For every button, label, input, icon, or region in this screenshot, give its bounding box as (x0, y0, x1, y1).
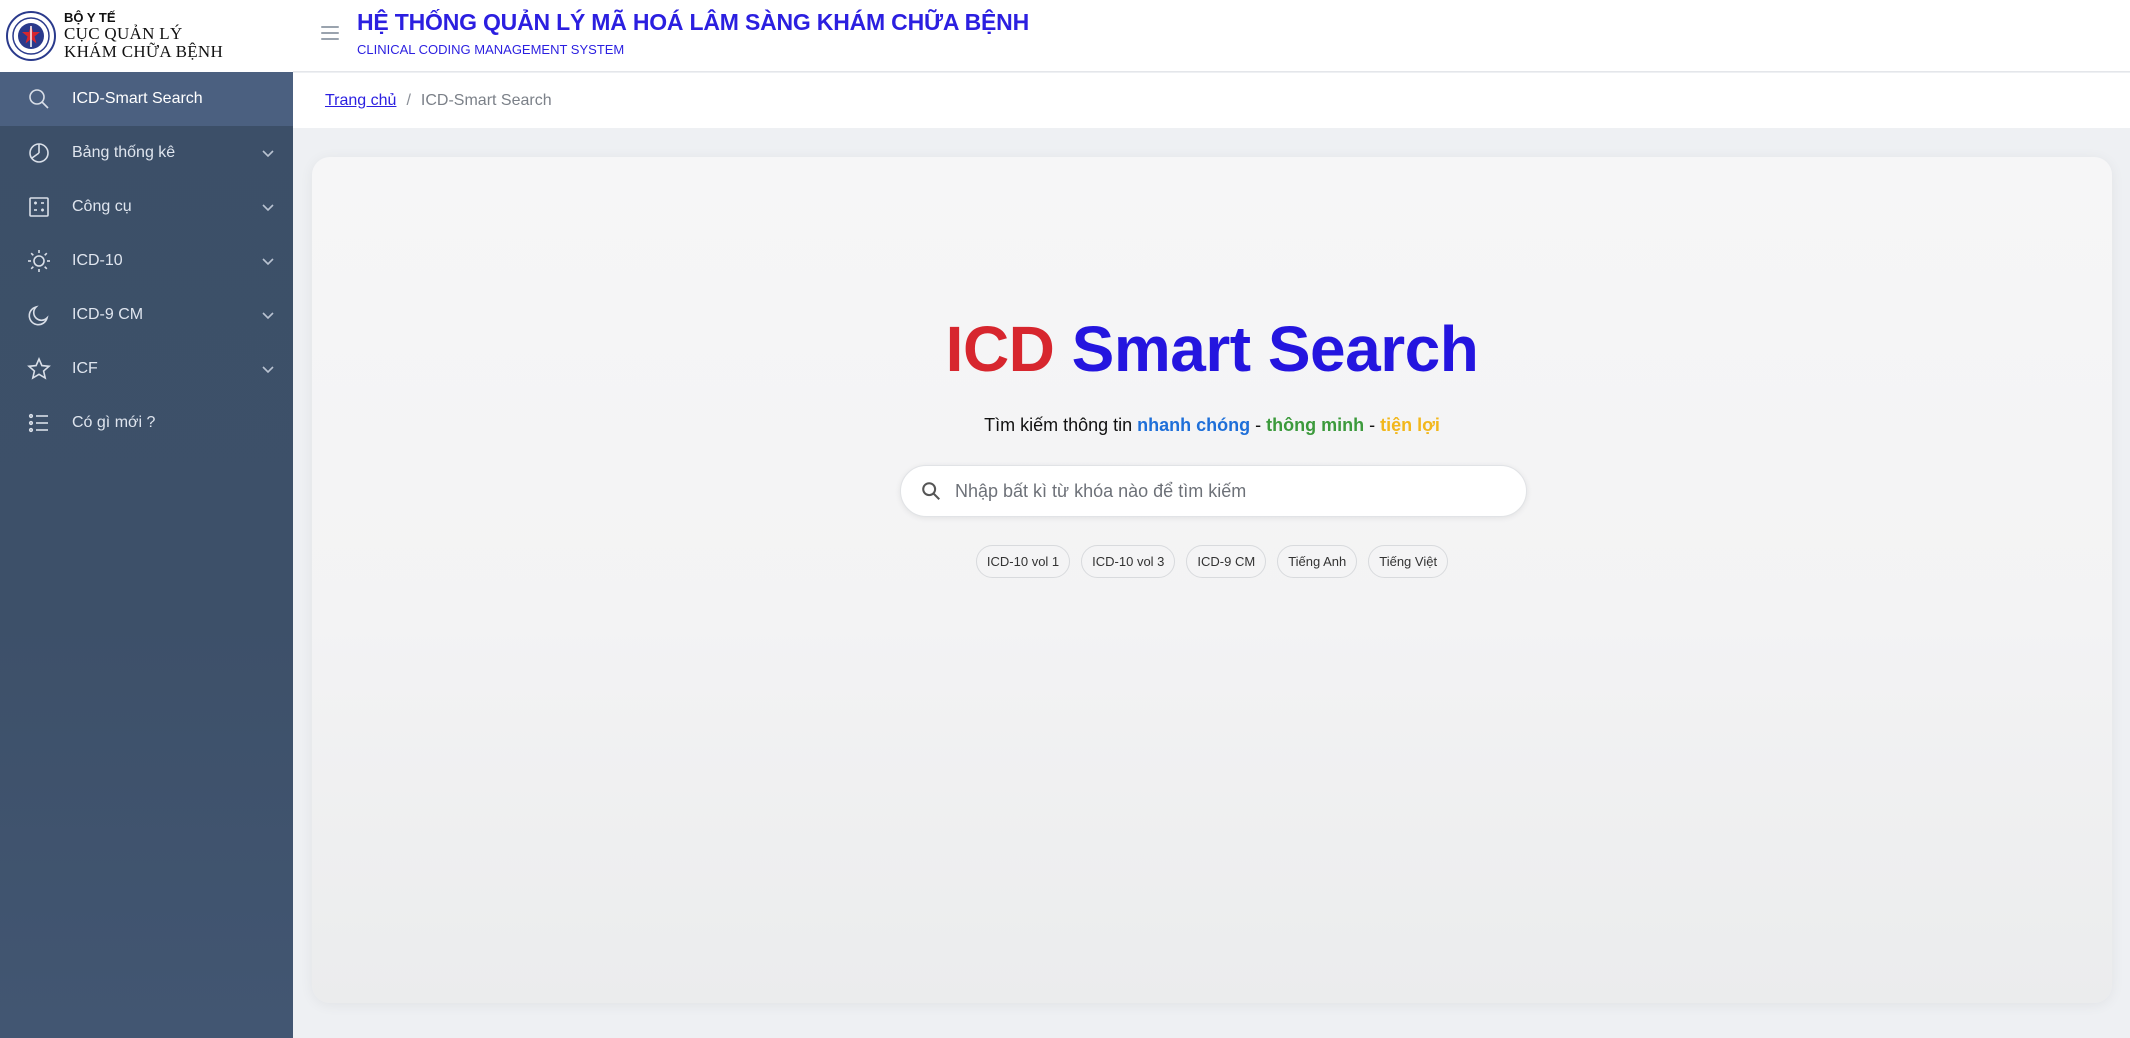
search-input[interactable] (955, 471, 1526, 511)
sidebar: BỘ Y TẾ CỤC QUẢN LÝ KHÁM CHỮA BỆNH ICD-S… (0, 0, 293, 1038)
breadcrumb-separator: / (406, 91, 411, 109)
tools-grid-icon (26, 194, 52, 220)
search-icon (26, 86, 52, 112)
breadcrumb-current: ICD-Smart Search (420, 91, 552, 109)
sidebar-item-label: ICD-10 (72, 252, 123, 269)
sidebar-item-whats-new[interactable]: Có gì mới ? (0, 396, 293, 450)
filter-chips: ICD-10 vol 1 ICD-10 vol 3 ICD-9 CM Tiếng… (312, 545, 2112, 578)
logo-line-3: KHÁM CHỮA BỆNH (64, 41, 224, 61)
hero-tagline: Tìm kiếm thông tin nhanh chóng - thông m… (312, 415, 2112, 436)
pie-chart-icon (26, 140, 52, 166)
search-card: ICD Smart Search Tìm kiếm thông tin nhan… (312, 157, 2112, 1003)
chip-vietnamese[interactable]: Tiếng Việt (1368, 545, 1449, 578)
chip-icd-10-vol-1[interactable]: ICD-10 vol 1 (975, 545, 1071, 578)
tagline-separator: - (1364, 415, 1381, 435)
search-icon[interactable] (919, 479, 943, 503)
sidebar-nav: ICD-Smart Search Bảng thống kê Công cụ I… (0, 72, 293, 450)
hero-title: ICD Smart Search (312, 312, 2112, 386)
breadcrumb-home-link[interactable]: Trang chủ (325, 92, 396, 110)
sidebar-item-icd-9-cm[interactable]: ICD-9 CM (0, 288, 293, 342)
sun-icon (26, 248, 52, 274)
hero-title-smart-search: Smart Search (1071, 313, 1479, 385)
logo-line-1: BỘ Y TẾ (64, 10, 116, 26)
chip-icd-10-vol-3[interactable]: ICD-10 vol 3 (1081, 545, 1176, 578)
chip-english[interactable]: Tiếng Anh (1277, 545, 1358, 578)
sidebar-item-statistics[interactable]: Bảng thống kê (0, 126, 293, 180)
breadcrumb: Trang chủ / ICD-Smart Search (293, 73, 2130, 128)
system-title: HỆ THỐNG QUẢN LÝ MÃ HOÁ LÂM SÀNG KHÁM CH… (357, 9, 1029, 35)
top-header: HỆ THỐNG QUẢN LÝ MÃ HOÁ LÂM SÀNG KHÁM CH… (293, 0, 2130, 72)
tagline-convenient: tiện lợi (1380, 415, 1440, 435)
sidebar-item-label: Công cụ (72, 198, 132, 215)
sidebar-item-icf[interactable]: ICF (0, 342, 293, 396)
moon-icon (26, 302, 52, 328)
chevron-down-icon[interactable] (261, 362, 275, 376)
sidebar-item-label: Bảng thống kê (72, 144, 176, 161)
hamburger-menu-icon[interactable] (321, 26, 339, 42)
sidebar-item-label: Có gì mới ? (72, 414, 156, 431)
logo[interactable]: BỘ Y TẾ CỤC QUẢN LÝ KHÁM CHỮA BỆNH (0, 0, 293, 72)
chevron-down-icon[interactable] (261, 308, 275, 322)
list-icon (26, 410, 52, 436)
chevron-down-icon[interactable] (261, 200, 275, 214)
chevron-down-icon[interactable] (261, 254, 275, 268)
sidebar-item-label: ICD-9 CM (72, 306, 144, 323)
tagline-smart: thông minh (1266, 415, 1365, 435)
sidebar-item-tools[interactable]: Công cụ (0, 180, 293, 234)
tagline-fast: nhanh chóng (1137, 415, 1251, 435)
logo-line-2: CỤC QUẢN LÝ (64, 23, 183, 43)
logo-text: BỘ Y TẾ CỤC QUẢN LÝ KHÁM CHỮA BỆNH (64, 11, 223, 60)
sidebar-item-icd-smart-search[interactable]: ICD-Smart Search (0, 72, 293, 126)
search-box[interactable] (900, 465, 1527, 517)
sidebar-item-icd-10[interactable]: ICD-10 (0, 234, 293, 288)
sidebar-item-label: ICF (72, 360, 98, 377)
tagline-prefix: Tìm kiếm thông tin (984, 415, 1138, 435)
chip-icd-9-cm[interactable]: ICD-9 CM (1186, 545, 1267, 578)
system-subtitle: CLINICAL CODING MANAGEMENT SYSTEM (357, 42, 625, 57)
tagline-separator: - (1250, 415, 1267, 435)
ministry-emblem-icon (6, 11, 56, 61)
hero-title-icd: ICD (945, 313, 1055, 385)
star-icon (26, 356, 52, 382)
sidebar-item-label: ICD-Smart Search (72, 90, 203, 107)
chevron-down-icon[interactable] (261, 146, 275, 160)
